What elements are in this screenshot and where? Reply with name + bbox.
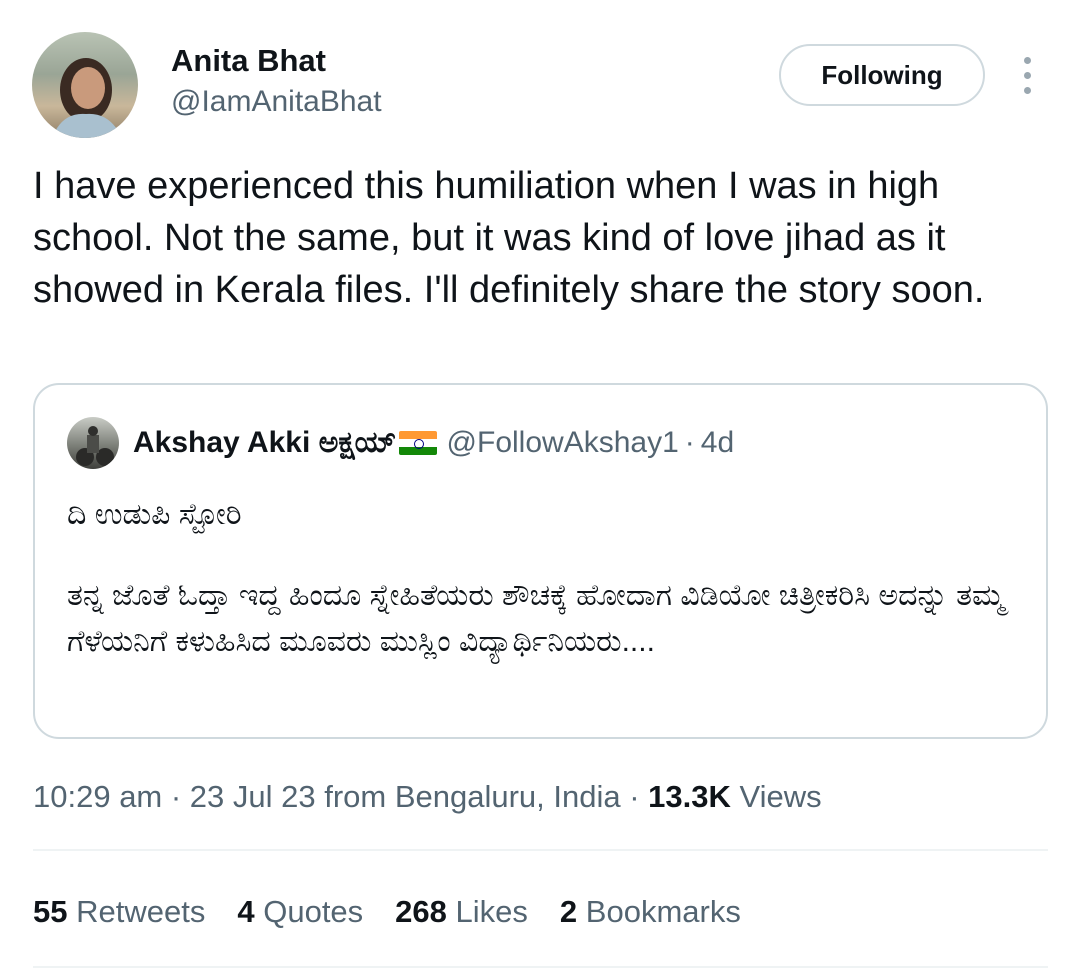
- retweets-count: 55: [33, 894, 68, 929]
- retweets-label: Retweets: [76, 894, 206, 929]
- bookmarks-stat[interactable]: 2 Bookmarks: [560, 890, 741, 934]
- quoted-author-name[interactable]: Akshay Akki ಅಕ್ಷಯ್: [133, 423, 397, 463]
- india-flag-icon: [398, 431, 437, 455]
- quoted-header: Akshay Akki ಅಕ್ಷಯ್ @FollowAkshay1 · 4d: [133, 423, 734, 463]
- following-button[interactable]: Following: [779, 44, 985, 106]
- author-handle[interactable]: @IamAnitaBhat: [171, 83, 382, 121]
- more-dot: [1023, 86, 1031, 94]
- more-vertical-icon[interactable]: [1010, 52, 1044, 98]
- views-label: Views: [730, 779, 822, 814]
- views-count: 13.3K: [648, 779, 731, 814]
- likes-count: 268: [395, 894, 447, 929]
- more-dot: [1023, 71, 1031, 79]
- quoted-author-avatar: [67, 417, 119, 469]
- likes-label: Likes: [455, 894, 528, 929]
- quoted-body-text: ತನ್ನ ಜೊತೆ ಓದ್ತಾ ಇದ್ದ ಹಿಂದೂ ಸ್ನೇಹಿತೆಯರು ಶ…: [67, 579, 1005, 658]
- quoted-separator: ·: [684, 426, 695, 459]
- divider: [33, 966, 1048, 968]
- quoted-author-handle[interactable]: @FollowAkshay1: [447, 423, 679, 463]
- retweets-stat[interactable]: 55 Retweets: [33, 890, 205, 934]
- divider: [33, 849, 1048, 851]
- quotes-stat[interactable]: 4 Quotes: [237, 890, 363, 934]
- quoted-tweet-card[interactable]: Akshay Akki ಅಕ್ಷಯ್ @FollowAkshay1 · 4d ದ…: [33, 383, 1048, 739]
- author-name[interactable]: Anita Bhat: [171, 42, 326, 80]
- bookmarks-count: 2: [559, 894, 578, 929]
- author-avatar[interactable]: [32, 32, 138, 138]
- bookmarks-label: Bookmarks: [585, 894, 741, 929]
- quoted-time[interactable]: 4d: [701, 423, 734, 463]
- likes-stat[interactable]: 268 Likes: [395, 890, 528, 934]
- more-dot: [1023, 56, 1031, 64]
- tweet-stats: 55 Retweets 4 Quotes 268 Likes 2 Bookmar…: [33, 890, 741, 934]
- tweet-timestamp[interactable]: 10:29 am · 23 Jul 23 from Bengaluru, Ind…: [33, 779, 648, 814]
- author-avatar-image: [52, 58, 122, 138]
- tweet-metadata: 10:29 am · 23 Jul 23 from Bengaluru, Ind…: [33, 775, 822, 819]
- tweet-text: I have experienced this humiliation when…: [33, 165, 985, 311]
- quoted-title-line: ದಿ ಉಡುಪಿ ಸ್ಟೋರಿ: [67, 498, 242, 531]
- quotes-label: Quotes: [263, 894, 364, 929]
- quoted-avatar-image: [76, 426, 114, 466]
- quotes-count: 4: [237, 894, 255, 929]
